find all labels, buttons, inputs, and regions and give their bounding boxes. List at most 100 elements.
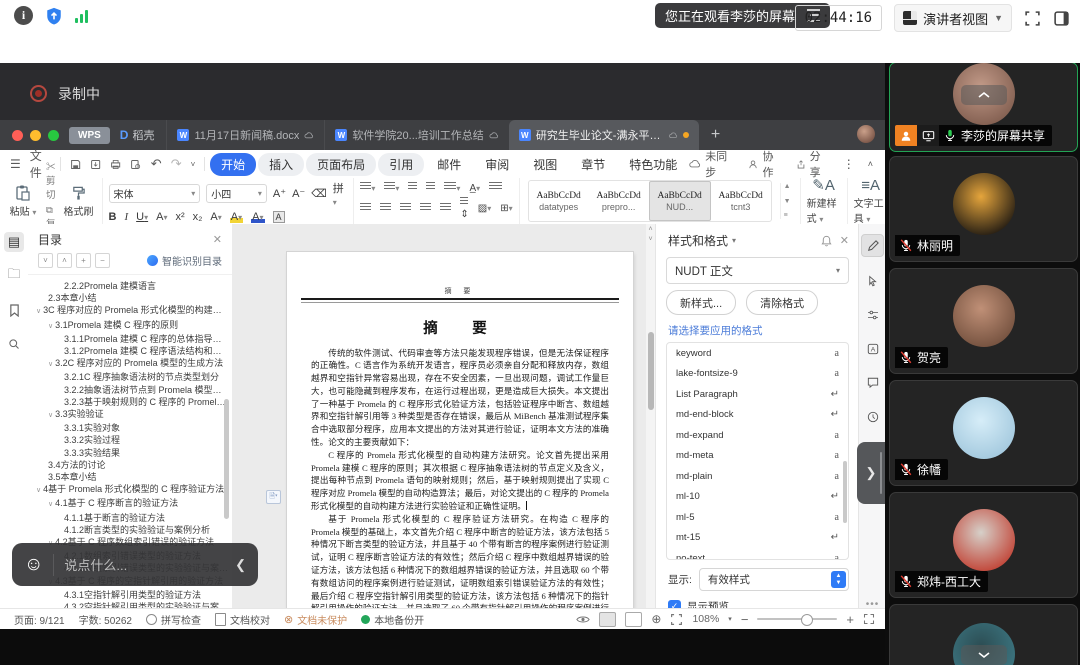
fit-page-icon[interactable] [670, 613, 683, 626]
abstract-paragraph-3[interactable]: 基于 Promela 形式化模型的 C 程序验证方法研究。在构造 C 程序的 P… [311, 513, 609, 608]
outline-item[interactable]: 4.3.1空指针解引用类型的验证方法 [34, 589, 230, 601]
edit-pen-icon[interactable] [861, 234, 884, 257]
style-item-keyword[interactable]: keyworda [667, 343, 848, 364]
zoom-level[interactable]: 108% [692, 613, 719, 625]
zoom-slider[interactable] [757, 618, 837, 620]
outline-item[interactable]: ∨3.3实验验证 [34, 408, 230, 422]
undo-icon[interactable]: ↶ [151, 156, 162, 172]
ribbon-tab-引用[interactable]: 引用 [378, 153, 424, 176]
document-tab-2[interactable]: W研究生毕业论文-满永平3.13(1) [509, 120, 699, 150]
spell-check[interactable]: 拼写检查 [146, 612, 201, 627]
participant-tile-贺亮[interactable]: 贺亮 [889, 268, 1078, 374]
doc-proofing[interactable]: 文档校对 [215, 612, 270, 627]
doc-protection[interactable]: ⊗文档未保护 [284, 612, 347, 627]
search-panel-icon[interactable] [4, 334, 24, 354]
history-panel-icon[interactable] [862, 406, 883, 427]
document-scrollbar-thumb[interactable] [648, 332, 654, 410]
participant-tile-徐幡[interactable]: 徐幡 [889, 380, 1078, 486]
line-break-icon[interactable] [489, 182, 502, 194]
align-right-icon[interactable] [400, 203, 411, 215]
meeting-info-icon[interactable]: i [14, 6, 33, 25]
chat-input-overlay[interactable]: ☺ 说点什么... ❮ [12, 543, 258, 586]
outline-item[interactable]: 4.1.2断言类型的实验验证与案例分析 [34, 524, 230, 536]
style-item-ml-10[interactable]: ml-10↵ [667, 487, 848, 508]
security-shield-icon[interactable] [45, 7, 63, 25]
style-item-md-plain[interactable]: md-plaina [667, 466, 848, 487]
word-count[interactable]: 字数: 50262 [79, 612, 132, 627]
comments-panel-icon[interactable] [862, 372, 883, 393]
ribbon-tab-视图[interactable]: 视图 [522, 153, 568, 176]
increase-indent-icon[interactable] [426, 182, 435, 194]
style-item-md-end-block[interactable]: md-end-block↵ [667, 405, 848, 426]
sync-status[interactable]: 未同步 [689, 148, 735, 180]
zoom-caret-icon[interactable]: ▾ [728, 615, 732, 623]
bullet-list-icon[interactable]: ▾ [360, 182, 375, 194]
style-item-mt-15[interactable]: mt-15↵ [667, 528, 848, 549]
border-icon[interactable]: ⊞▾ [500, 203, 512, 214]
outline-item[interactable]: 3.1.2Promela 建模 C 程序语法结构和数据类型 ... [34, 345, 230, 357]
outline-item[interactable]: 2.2.2Promela 建模语言 [34, 280, 230, 292]
scroll-up-icon[interactable] [961, 85, 1007, 105]
eye-protection-icon[interactable] [576, 615, 590, 624]
zoom-in-button[interactable]: + [846, 612, 854, 627]
expand-panel-handle[interactable]: ❯ [857, 442, 885, 504]
clear-format-icon[interactable]: ⌫ [311, 187, 327, 200]
outline-item[interactable]: 3.4方法的讨论 [34, 459, 230, 471]
justify-icon[interactable] [420, 203, 431, 215]
collapse-ribbon-icon[interactable]: ˄ [868, 159, 873, 169]
font-size-select[interactable]: 小四▾ [206, 184, 267, 203]
traffic-lights[interactable] [12, 130, 59, 141]
outline-close-icon[interactable]: ✕ [213, 233, 222, 246]
export-icon[interactable] [90, 158, 101, 171]
fullscreen-doc-icon[interactable] [863, 613, 875, 625]
phonetic-guide-icon[interactable]: 拼▾ [333, 180, 348, 208]
align-left-icon[interactable] [360, 203, 371, 215]
zoom-out-button[interactable]: − [741, 612, 749, 627]
ribbon-tab-页面布局[interactable]: 页面布局 [306, 153, 376, 176]
ribbon-tab-开始[interactable]: 开始 [210, 153, 256, 176]
abstract-paragraph-2[interactable]: C 程序的 Promela 形式化模型的自动构建方法研究。论文首先提出采用 Pr… [311, 449, 609, 513]
outline-plus-icon[interactable]: + [76, 253, 91, 268]
text-effect-icon[interactable]: A▾ [210, 211, 221, 223]
redo-icon[interactable]: ↷ [171, 156, 182, 172]
align-center-icon[interactable] [380, 203, 391, 215]
outline-item[interactable]: 4.3.2空指针解引用类型的实验验证与案例分析 [34, 601, 230, 608]
more-caret-icon[interactable]: ˅ [191, 160, 196, 169]
outline-item[interactable]: ∨4基于 Promela 形式化模型的 C 程序验证方法 [34, 483, 230, 497]
style-item-md-expand[interactable]: md-expanda [667, 425, 848, 446]
gallery-style-prepro...[interactable]: AaBbCcDdprepro... [589, 182, 649, 220]
paste-button[interactable]: 粘贴 ▾ [6, 184, 40, 218]
outline-item[interactable]: 3.2.1C 程序抽象语法树的节点类型划分 [34, 371, 230, 383]
local-backup[interactable]: 本地备份开 [361, 612, 424, 627]
participant-tile-李莎的屏幕共享[interactable]: 李莎的屏幕共享 [889, 63, 1078, 152]
highlight-color-button[interactable]: A▾ [230, 211, 243, 223]
smart-outline-button[interactable]: 智能识别目录 [147, 253, 222, 268]
subscript-button[interactable]: x₂ [193, 211, 203, 223]
ribbon-tab-特色功能[interactable]: 特色功能 [618, 153, 688, 176]
clear-format-button[interactable]: 清除格式 [746, 290, 818, 315]
document-tab-1[interactable]: W软件学院20...培训工作总结 [324, 120, 508, 150]
outline-item[interactable]: ∨3C 程序对应的 Promela 形式化模型的构建方法 [34, 304, 230, 318]
share-button[interactable]: 分享 [796, 148, 830, 180]
participant-tile-hidden-5[interactable] [889, 604, 1078, 665]
style-item-ml-5[interactable]: ml-5a [667, 507, 848, 528]
tab-docer[interactable]: D稻壳 [120, 127, 155, 143]
outline-scrollbar[interactable] [224, 399, 229, 519]
emoji-icon[interactable]: ☺ [24, 554, 43, 576]
decrease-font-icon[interactable]: A⁻ [292, 187, 305, 200]
collapse-chat-icon[interactable]: ❮ [235, 557, 246, 573]
char-style-icon[interactable]: A▾ [156, 211, 167, 223]
asian-layout-icon[interactable]: ▾ [444, 182, 460, 194]
adjust-settings-icon[interactable] [862, 304, 883, 325]
notification-bell-icon[interactable] [821, 235, 832, 247]
style-item-md-meta[interactable]: md-metaa [667, 446, 848, 467]
document-page[interactable]: 摘 要 摘 要 传统的软件测试、代码审查等方法只能发现程序错误，但是无法保证程序… [287, 252, 633, 608]
resources-panel-icon[interactable]: 🗀 [4, 266, 24, 286]
gallery-style-NUD...[interactable]: AaBbCcDdNUD... [649, 181, 711, 221]
outline-item[interactable]: 2.3本章小结 [34, 292, 230, 304]
decrease-indent-icon[interactable] [408, 182, 417, 194]
web-view-icon[interactable] [625, 612, 642, 627]
page-view-icon[interactable] [599, 612, 616, 627]
side-panel-toggle-icon[interactable] [1053, 10, 1070, 27]
participant-tile-林丽明[interactable]: 林丽明 [889, 156, 1078, 262]
